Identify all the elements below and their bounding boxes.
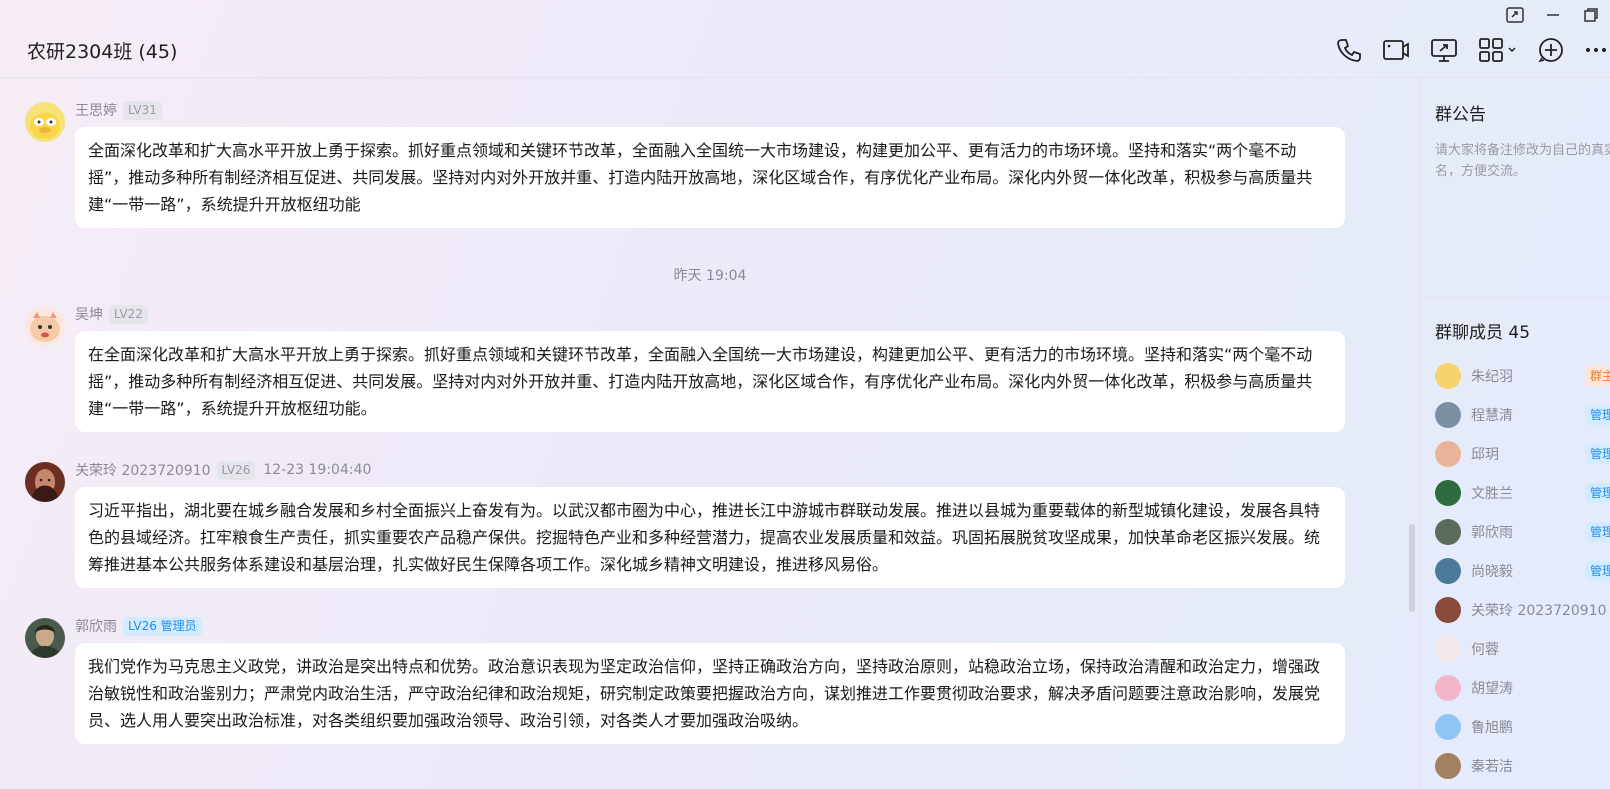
avatar[interactable] xyxy=(25,618,65,658)
member-avatar xyxy=(1435,558,1461,584)
message-meta: 王思婷 LV31 xyxy=(75,100,162,120)
owner-badge: 群主 xyxy=(1585,366,1610,386)
phone-icon[interactable] xyxy=(1336,34,1362,66)
member-item[interactable]: 邱玥 管理员 xyxy=(1435,440,1610,468)
sender-name[interactable]: 吴坤 xyxy=(75,304,103,324)
message-bubble[interactable]: 全面深化改革和扩大高水平开放上勇于探索。抓好重点领域和关键环节改革，全面融入全国… xyxy=(75,127,1345,228)
chat-title: 农研2304班 (45) xyxy=(27,41,178,63)
member-name: 朱纪羽 xyxy=(1471,369,1513,385)
member-item[interactable]: 何蓉 xyxy=(1435,635,1610,663)
member-name: 何蓉 xyxy=(1471,642,1499,658)
time-divider: 昨天 19:04 xyxy=(673,268,747,284)
notice-text[interactable]: 请大家将备注修改为自己的真实姓名，方便交流。 xyxy=(1435,140,1610,182)
member-item[interactable]: 关荣玲 2023720910 xyxy=(1435,596,1610,624)
member-name: 鲁旭鹏 xyxy=(1471,720,1513,736)
chat-scrollbar[interactable] xyxy=(1409,524,1415,612)
avatar[interactable] xyxy=(25,306,65,346)
member-name: 尚晓毅 xyxy=(1471,564,1513,580)
member-item[interactable]: 文胜兰 管理员 xyxy=(1435,479,1610,507)
member-name: 程慧清 xyxy=(1471,408,1513,424)
admin-badge: 管理员 xyxy=(1585,561,1610,581)
member-item[interactable]: 朱纪羽 群主 xyxy=(1435,362,1610,390)
avatar[interactable] xyxy=(25,102,65,142)
member-item[interactable]: 秦若洁 xyxy=(1435,752,1610,780)
level-badge: LV31 xyxy=(123,100,162,120)
divider xyxy=(1421,297,1610,298)
member-name: 邱玥 xyxy=(1471,447,1499,463)
member-item[interactable]: 程慧清 管理员 xyxy=(1435,401,1610,429)
admin-badge: 管理员 xyxy=(1585,522,1610,542)
level-admin-badge: LV26 管理员 xyxy=(123,616,202,636)
video-icon[interactable] xyxy=(1382,34,1410,66)
message-bubble[interactable]: 我们党作为马克思主义政党，讲政治是突出特点和优势。政治意识表现为坚定政治信仰，坚… xyxy=(75,643,1345,744)
member-item[interactable]: 鲁旭鹏 xyxy=(1435,713,1610,741)
member-avatar xyxy=(1435,402,1461,428)
member-name: 胡望涛 xyxy=(1471,681,1513,697)
notice-title[interactable]: 群公告 xyxy=(1435,100,1486,125)
sender-name[interactable]: 王思婷 xyxy=(75,100,117,120)
avatar[interactable] xyxy=(25,462,65,502)
level-badge: LV26 xyxy=(216,460,256,480)
member-name: 文胜兰 xyxy=(1471,486,1513,502)
member-avatar xyxy=(1435,480,1461,506)
member-avatar xyxy=(1435,675,1461,701)
message-bubble[interactable]: 在全面深化改革和扩大高水平开放上勇于探索。抓好重点领域和关键环节改革，全面融入全… xyxy=(75,331,1345,432)
members-title[interactable]: 群聊成员 45 xyxy=(1435,318,1530,343)
member-item[interactable]: 胡望涛 xyxy=(1435,674,1610,702)
apps-icon[interactable] xyxy=(1478,34,1518,66)
more-icon[interactable] xyxy=(1584,34,1608,66)
chat-header: 农研2304班 (45) xyxy=(0,0,1610,78)
member-name: 郭欣雨 xyxy=(1471,525,1513,541)
chat-toolbar xyxy=(1316,34,1610,66)
message-bubble[interactable]: 习近平指出，湖北要在城乡融合发展和乡村全面振兴上奋发有为。以武汉都市圈为中心，推… xyxy=(75,487,1345,588)
member-item[interactable]: 尚晓毅 管理员 xyxy=(1435,557,1610,585)
member-avatar xyxy=(1435,363,1461,389)
member-name: 关荣玲 2023720910 xyxy=(1471,603,1607,619)
admin-badge: 管理员 xyxy=(1585,444,1610,464)
member-avatar xyxy=(1435,636,1461,662)
screen-share-icon[interactable] xyxy=(1430,34,1458,66)
message-meta: 吴坤 LV22 xyxy=(75,304,148,324)
message-time: 12-23 19:04:40 xyxy=(263,462,372,478)
admin-badge: 管理员 xyxy=(1585,483,1610,503)
member-avatar xyxy=(1435,714,1461,740)
sender-name[interactable]: 郭欣雨 xyxy=(75,616,117,636)
message-list[interactable]: 王思婷 LV31 全面深化改革和扩大高水平开放上勇于探索。抓好重点领域和关键环节… xyxy=(0,78,1420,789)
member-item[interactable]: 郭欣雨 管理员 xyxy=(1435,518,1610,546)
message-meta: 郭欣雨 LV26 管理员 xyxy=(75,616,202,636)
member-avatar xyxy=(1435,441,1461,467)
member-name: 秦若洁 xyxy=(1471,759,1513,775)
member-avatar xyxy=(1435,519,1461,545)
level-badge: LV22 xyxy=(109,304,148,324)
add-icon[interactable] xyxy=(1538,34,1564,66)
admin-badge: 管理员 xyxy=(1585,405,1610,425)
member-avatar xyxy=(1435,753,1461,779)
sender-name[interactable]: 关荣玲 2023720910 xyxy=(75,460,211,480)
group-side-panel: 群公告 请大家将备注修改为自己的真实姓名，方便交流。 群聊成员 45 朱纪羽 群主… xyxy=(1420,78,1610,789)
message-meta: 关荣玲 2023720910 LV26 12-23 19:04:40 xyxy=(75,460,371,480)
member-avatar xyxy=(1435,597,1461,623)
